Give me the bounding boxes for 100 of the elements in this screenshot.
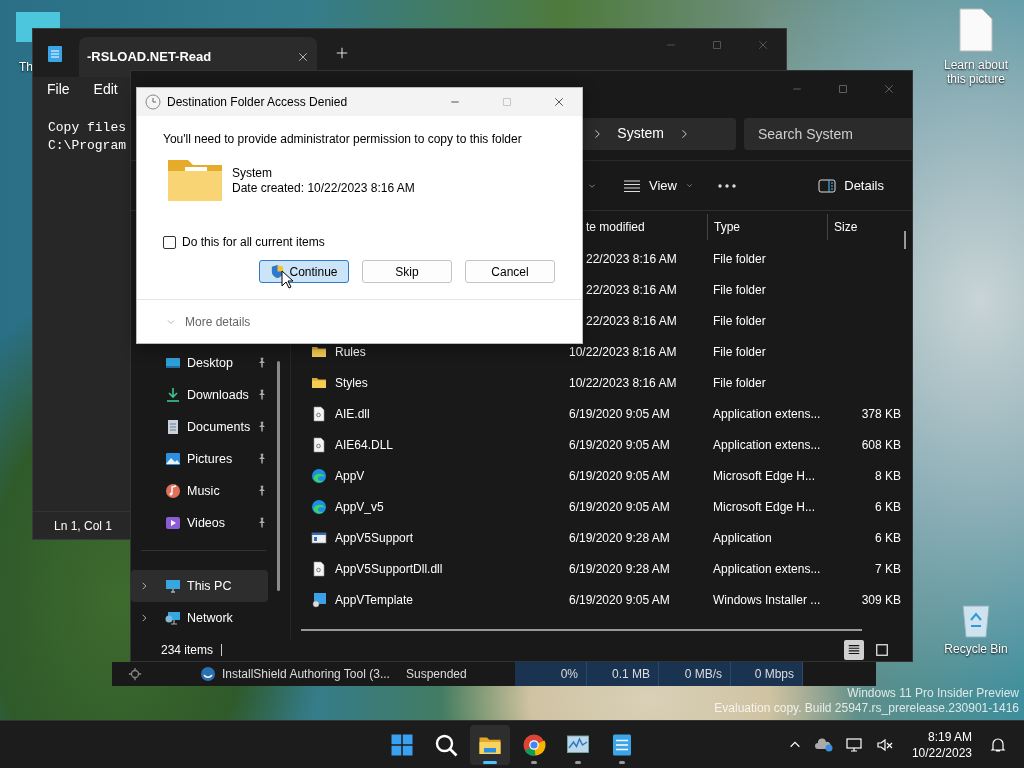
table-cell: 6/19/2020 9:05 AM <box>569 468 670 483</box>
table-cell: 6/19/2020 9:28 AM <box>569 561 670 576</box>
table-cell: Application extens... <box>713 561 821 576</box>
network-icon <box>165 610 181 626</box>
table-cell: 6/19/2020 9:05 AM <box>569 437 670 452</box>
table-cell: 309 KB <box>861 592 901 607</box>
file-icon <box>311 405 327 422</box>
more-details-link[interactable]: More details <box>185 312 251 331</box>
column-header[interactable]: Type <box>714 218 740 236</box>
process-status: Suspended <box>405 666 468 683</box>
details-view-button[interactable] <box>844 640 864 660</box>
panel-icon <box>818 178 837 193</box>
close-icon[interactable] <box>883 83 895 95</box>
table-cell: 6 KB <box>875 499 901 514</box>
file-name[interactable]: Styles <box>335 373 368 392</box>
table-cell: 8 KB <box>875 468 901 483</box>
expand-chevron-icon[interactable] <box>139 581 149 591</box>
swirl-logo-icon <box>311 498 327 515</box>
table-cell: 6/19/2020 9:05 AM <box>569 406 670 421</box>
cloud-icon[interactable] <box>813 737 834 753</box>
file-name[interactable]: AIE64.DLL <box>335 435 394 454</box>
file-icon <box>311 560 327 577</box>
column-header[interactable]: te modified <box>586 220 645 234</box>
view-button[interactable]: View <box>619 171 698 200</box>
sidebar-item[interactable]: Desktop <box>131 347 268 379</box>
menu-item[interactable]: File <box>47 78 70 100</box>
scrollbar[interactable] <box>904 231 906 249</box>
document-icon <box>959 8 993 52</box>
text-line: C:\Program <box>48 138 126 153</box>
checkbox[interactable] <box>163 235 176 249</box>
swirl-logo-icon <box>311 467 327 484</box>
sidebar-item[interactable]: This PC <box>131 570 268 602</box>
document-icon <box>165 419 181 435</box>
file-name[interactable]: Rules <box>335 342 366 361</box>
clock[interactable]: 8:19 AM 10/22/2023 <box>911 729 972 761</box>
desktop-icon <box>165 355 181 371</box>
window-icon <box>311 529 327 546</box>
details-button[interactable]: Details <box>814 171 888 200</box>
table-cell: 10/22/2023 8:16 AM <box>569 375 677 390</box>
expand-chevron-icon[interactable] <box>139 613 149 623</box>
music-icon <box>165 483 181 499</box>
caret-icon <box>684 181 694 190</box>
sidebar-item[interactable]: Videos <box>131 507 268 539</box>
sidebar-item[interactable]: Network <box>131 602 268 634</box>
file-name[interactable]: AppV <box>335 466 365 485</box>
search-icon <box>434 733 458 757</box>
item-name: System <box>232 166 272 180</box>
table-cell: 0 MB/s <box>659 662 731 686</box>
taskbar-button[interactable] <box>470 725 510 765</box>
notepad-icon <box>47 44 63 62</box>
plus-icon[interactable] <box>335 46 349 60</box>
table-cell: 6 KB <box>875 530 901 545</box>
video-icon <box>165 515 181 531</box>
status-text: Ln 1, Col 1 <box>54 517 113 535</box>
app-icon <box>200 666 216 682</box>
sidebar-item[interactable]: Pictures <box>131 443 268 475</box>
table-cell: Microsoft Edge H... <box>713 468 816 483</box>
table-cell: 0 Mbps <box>731 662 803 686</box>
more-icon[interactable] <box>717 182 736 189</box>
sidebar-item[interactable]: Music <box>131 475 268 507</box>
checkbox-label[interactable]: Do this for all current items <box>182 233 325 251</box>
scrollbar[interactable] <box>301 629 862 631</box>
table-cell: Microsoft Edge H... <box>713 499 816 514</box>
download-icon <box>165 387 181 403</box>
table-cell: 6/19/2020 9:05 AM <box>569 499 670 514</box>
dialog-button[interactable]: Cancel <box>465 260 555 283</box>
lines-icon <box>623 178 641 193</box>
details-view-icon <box>847 643 861 657</box>
menu-item[interactable]: Edit <box>93 78 118 100</box>
table-cell: 0% <box>515 662 587 686</box>
search-field[interactable]: Search System <box>744 117 912 150</box>
column-header[interactable]: Size <box>834 218 858 236</box>
file-name[interactable]: AIE.dll <box>335 404 370 423</box>
file-name[interactable]: AppVTemplate <box>335 590 414 609</box>
table-cell: 378 KB <box>861 406 901 421</box>
maximize-icon[interactable] <box>837 83 849 95</box>
table-cell: 22/2023 8:16 AM <box>586 251 677 266</box>
table-cell: 6/19/2020 9:28 AM <box>569 530 670 545</box>
table-cell: 22/2023 8:16 AM <box>586 282 677 297</box>
table-cell: Application <box>713 530 772 545</box>
dialog-button[interactable]: Continue <box>259 260 349 283</box>
table-cell: Application extens... <box>713 406 821 421</box>
table-cell: 6/19/2020 9:05 AM <box>569 592 670 607</box>
notepad-icon <box>610 733 634 757</box>
sidebar-item[interactable]: Downloads <box>131 379 268 411</box>
monitor-icon[interactable] <box>845 737 864 753</box>
dialog-button[interactable]: Skip <box>362 260 452 283</box>
file-name[interactable]: AppV_v5 <box>335 497 384 516</box>
icon-label: Th <box>19 60 33 74</box>
disc-icon <box>311 591 327 608</box>
table-cell: 0.1 MB <box>587 662 659 686</box>
start-icon <box>390 733 414 757</box>
file-name[interactable]: AppV5Support <box>335 528 414 547</box>
circle-logo-icon <box>522 733 546 757</box>
sidebar-item[interactable]: Documents <box>131 411 268 443</box>
file-name[interactable]: AppV5SupportDll.dll <box>335 559 443 578</box>
close-icon[interactable] <box>553 96 565 108</box>
bell-icon[interactable] <box>990 737 1006 753</box>
scrollbar[interactable] <box>277 361 280 591</box>
speaker-muted-icon[interactable] <box>875 737 894 753</box>
